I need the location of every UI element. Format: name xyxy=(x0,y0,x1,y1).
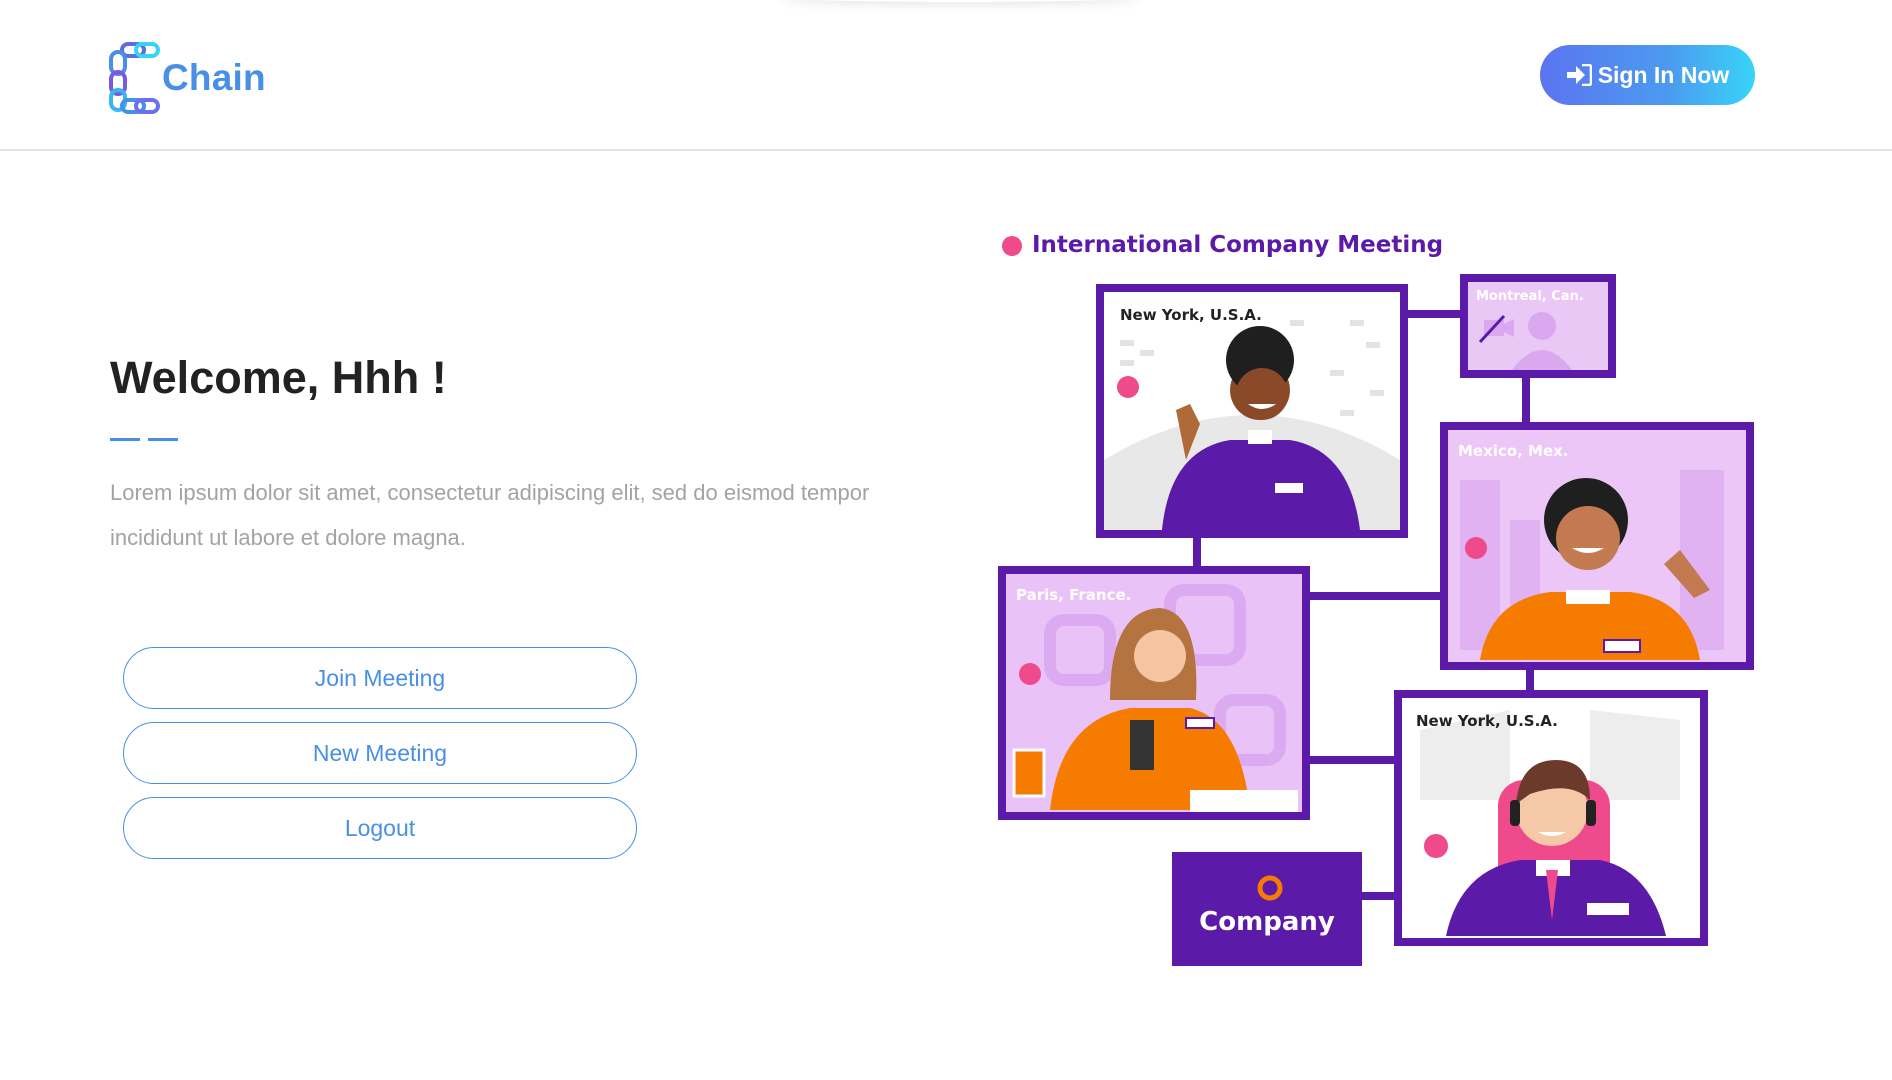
chain-logo-icon xyxy=(109,42,160,114)
brand-logo[interactable]: Chain xyxy=(108,42,266,114)
video-frame-new-york-2: New York, U.S.A. xyxy=(1394,690,1708,946)
top-navbar: Chain Sign In Now xyxy=(0,0,1892,151)
video-frame-mexico: Mexico, Mex. xyxy=(1440,422,1754,670)
welcome-description: Lorem ipsum dolor sit amet, consectetur … xyxy=(110,470,910,560)
logo-text: Chain xyxy=(162,57,266,98)
record-dot-icon xyxy=(1019,663,1041,685)
sign-in-icon xyxy=(1566,64,1592,86)
record-dot-icon xyxy=(1424,834,1448,858)
frame-location-label: Mexico, Mex. xyxy=(1458,442,1569,460)
video-frame-paris: Paris, France. xyxy=(998,566,1310,820)
video-frame-montreal: Montreal, Can. xyxy=(1460,274,1616,378)
logout-button[interactable]: Logout xyxy=(123,797,637,859)
description-line-1: Lorem ipsum dolor sit amet, consectetur … xyxy=(110,480,870,505)
frame-location-label: Montreal, Can. xyxy=(1476,289,1584,304)
record-dot-icon xyxy=(1465,537,1487,559)
frame-location-label: Paris, France. xyxy=(1016,586,1131,604)
company-label: Company xyxy=(1199,907,1335,937)
record-dot-icon xyxy=(1117,376,1139,398)
frame-location-label: New York, U.S.A. xyxy=(1416,712,1558,730)
description-line-2: incididunt ut labore et dolore magna. xyxy=(110,525,466,550)
page-title: Welcome, Hhh ! xyxy=(110,352,447,403)
new-meeting-button[interactable]: New Meeting xyxy=(123,722,637,784)
company-badge: Company xyxy=(1172,852,1362,966)
sign-in-button[interactable]: Sign In Now xyxy=(1540,45,1755,105)
live-dot-icon xyxy=(1002,236,1022,256)
frame-location-label: New York, U.S.A. xyxy=(1120,306,1262,324)
meeting-illustration: International Company Meeting New York, … xyxy=(998,232,1754,966)
join-meeting-button[interactable]: Join Meeting xyxy=(123,647,637,709)
video-frame-new-york-1: New York, U.S.A. xyxy=(1096,284,1408,538)
title-divider-2 xyxy=(148,438,178,441)
sign-in-label: Sign In Now xyxy=(1597,61,1730,88)
title-divider xyxy=(110,438,140,441)
illustration-heading: International Company Meeting xyxy=(1032,232,1443,258)
